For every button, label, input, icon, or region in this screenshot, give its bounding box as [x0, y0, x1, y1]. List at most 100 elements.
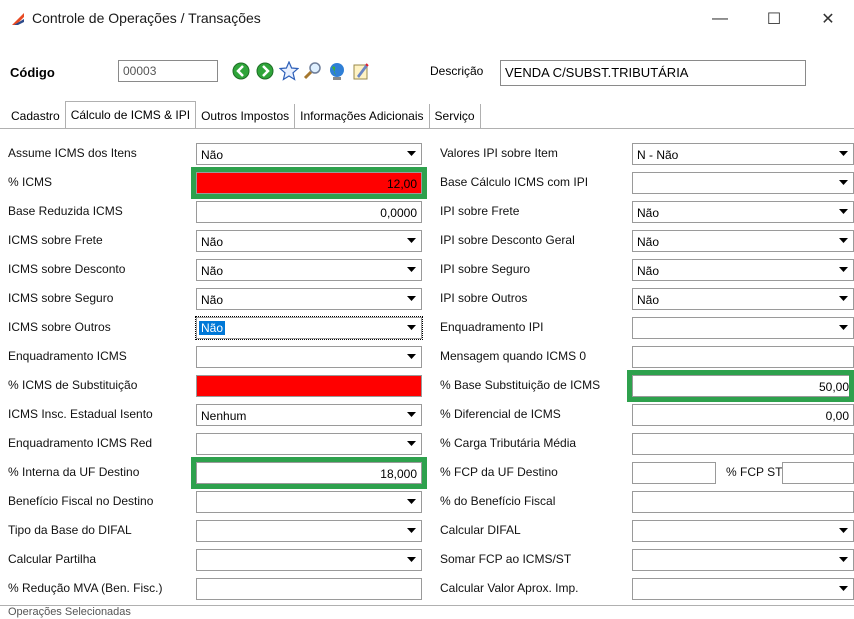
icms-insc-estadual-isento-value: Nenhum [201, 409, 247, 423]
chevron-down-icon[interactable] [403, 261, 420, 279]
icms-sobre-outros-value: Não [199, 321, 226, 335]
fcp-da-uf-destino-input[interactable] [632, 462, 716, 484]
chevron-down-icon[interactable] [835, 145, 852, 163]
chevron-down-icon[interactable] [403, 522, 420, 540]
highlight-box [191, 167, 427, 199]
calcular-difal-select[interactable] [632, 520, 854, 542]
ipi-sobre-frete-value: Não [637, 206, 660, 220]
chevron-down-icon[interactable] [835, 290, 852, 308]
chevron-down-icon[interactable] [403, 435, 420, 453]
icms-insc-estadual-isento-select[interactable]: Nenhum [196, 404, 422, 426]
carga-tributaria-media-input[interactable] [632, 433, 854, 455]
icms-sobre-outros-select[interactable]: Não [195, 316, 423, 340]
valores-ipi-sobre-item-label: Valores IPI sobre Item [440, 146, 558, 160]
code-label: Código [10, 65, 55, 80]
icms-de-substituicao-label: % ICMS de Substituição [8, 378, 138, 392]
diferencial-de-icms-value: 0,00 [825, 409, 849, 423]
chevron-down-icon[interactable] [835, 522, 852, 540]
chevron-down-icon[interactable] [403, 551, 420, 569]
calcular-partilha-label: Calcular Partilha [8, 552, 97, 566]
reducao-mva-ben-fisc-input[interactable] [196, 578, 422, 600]
do-beneficio-fiscal-input[interactable] [632, 491, 854, 513]
favorite-star-icon[interactable] [278, 60, 300, 82]
ipi-sobre-outros-select[interactable]: Não [632, 288, 854, 310]
fcp-st-input[interactable] [782, 462, 854, 484]
ipi-sobre-seguro-select[interactable]: Não [632, 259, 854, 281]
tab-cadastro[interactable]: Cadastro [6, 104, 65, 128]
base-reduzida-icms-input[interactable]: 0,0000 [196, 201, 422, 223]
enquadramento-ipi-select[interactable] [632, 317, 854, 339]
tab-calculo-icms-ipi[interactable]: Cálculo de ICMS & IPI [64, 101, 197, 129]
tab-divider [0, 128, 854, 129]
icms-sobre-frete-select[interactable]: Não [196, 230, 422, 252]
icms-sobre-seguro-select[interactable]: Não [196, 288, 422, 310]
next-icon[interactable] [254, 60, 276, 82]
chevron-down-icon[interactable] [835, 232, 852, 250]
tab-bar: Cadastro Cálculo de ICMS & IPI Outros Im… [6, 101, 481, 129]
calcular-partilha-select[interactable] [196, 549, 422, 571]
enquadramento-ipi-label: Enquadramento IPI [440, 320, 544, 334]
assume-icms-dos-itens-value: Não [201, 148, 224, 162]
title-bar: Controle de Operações / Transações — ☐ ✕ [0, 0, 854, 38]
ipi-sobre-desconto-geral-select[interactable]: Não [632, 230, 854, 252]
diferencial-de-icms-input[interactable]: 0,00 [632, 404, 854, 426]
previous-icon[interactable] [230, 60, 252, 82]
chevron-down-icon[interactable] [835, 319, 852, 337]
chevron-down-icon[interactable] [403, 290, 420, 308]
chevron-down-icon[interactable] [835, 551, 852, 569]
ipi-sobre-frete-label: IPI sobre Frete [440, 204, 520, 218]
icms-sobre-frete-value: Não [201, 235, 224, 249]
icms-sobre-frete-label: ICMS sobre Frete [8, 233, 103, 247]
code-input[interactable]: 00003 [118, 60, 218, 82]
mensagem-quando-icms-0-input[interactable] [632, 346, 854, 368]
icms-sobre-desconto-value: Não [201, 264, 224, 278]
chevron-down-icon[interactable] [403, 145, 420, 163]
ipi-sobre-frete-select[interactable]: Não [632, 201, 854, 223]
edit-document-icon[interactable] [350, 60, 372, 82]
icms-de-substituicao-input[interactable] [196, 375, 422, 397]
assume-icms-dos-itens-select[interactable]: Não [196, 143, 422, 165]
beneficio-fiscal-no-destino-select[interactable] [196, 491, 422, 513]
enquadramento-icms-red-select[interactable] [196, 433, 422, 455]
status-bar: Operações Selecionadas [0, 605, 854, 619]
chevron-down-icon[interactable] [835, 174, 852, 192]
chevron-down-icon[interactable] [835, 261, 852, 279]
tipo-da-base-do-difal-select[interactable] [196, 520, 422, 542]
chevron-down-icon[interactable] [403, 232, 420, 250]
calcular-valor-aprox-imp-label: Calcular Valor Aprox. Imp. [440, 581, 579, 595]
base-reduzida-icms-label: Base Reduzida ICMS [8, 204, 123, 218]
base-reduzida-icms-value: 0,0000 [380, 206, 417, 220]
chevron-down-icon[interactable] [403, 406, 420, 424]
beneficio-fiscal-no-destino-label: Benefício Fiscal no Destino [8, 494, 154, 508]
globe-icon[interactable] [326, 60, 348, 82]
maximize-button[interactable]: ☐ [756, 6, 792, 32]
enquadramento-icms-select[interactable] [196, 346, 422, 368]
close-button[interactable]: ✕ [810, 6, 846, 32]
highlight-box [627, 370, 854, 402]
highlight-box [191, 457, 427, 489]
valores-ipi-sobre-item-select[interactable]: N - Não [632, 143, 854, 165]
icms-sobre-desconto-select[interactable]: Não [196, 259, 422, 281]
chevron-down-icon[interactable] [403, 348, 420, 366]
calcular-valor-aprox-imp-select[interactable] [632, 578, 854, 600]
diferencial-de-icms-label: % Diferencial de ICMS [440, 407, 561, 421]
description-input[interactable]: VENDA C/SUBST.TRIBUTÁRIA [500, 60, 806, 86]
minimize-button[interactable]: — [702, 6, 738, 32]
tab-outros-impostos[interactable]: Outros Impostos [196, 104, 296, 128]
tipo-da-base-do-difal-label: Tipo da Base do DIFAL [8, 523, 132, 537]
mensagem-quando-icms-0-label: Mensagem quando ICMS 0 [440, 349, 587, 363]
base-substituicao-de-icms-label: % Base Substituição de ICMS [440, 378, 601, 392]
chevron-down-icon[interactable] [403, 493, 420, 511]
search-icon[interactable] [302, 60, 324, 82]
enquadramento-icms-red-label: Enquadramento ICMS Red [8, 436, 153, 450]
chevron-down-icon[interactable] [835, 203, 852, 221]
tab-informacoes-adicionais[interactable]: Informações Adicionais [295, 104, 430, 128]
chevron-down-icon[interactable] [835, 580, 852, 598]
chevron-down-icon[interactable] [403, 319, 420, 337]
tab-servico[interactable]: Serviço [429, 104, 481, 128]
ipi-sobre-desconto-geral-label: IPI sobre Desconto Geral [440, 233, 575, 247]
base-calculo-icms-com-ipi-select[interactable] [632, 172, 854, 194]
icms-sobre-seguro-value: Não [201, 293, 224, 307]
calcular-difal-label: Calcular DIFAL [440, 523, 521, 537]
somar-fcp-ao-icms-st-select[interactable] [632, 549, 854, 571]
